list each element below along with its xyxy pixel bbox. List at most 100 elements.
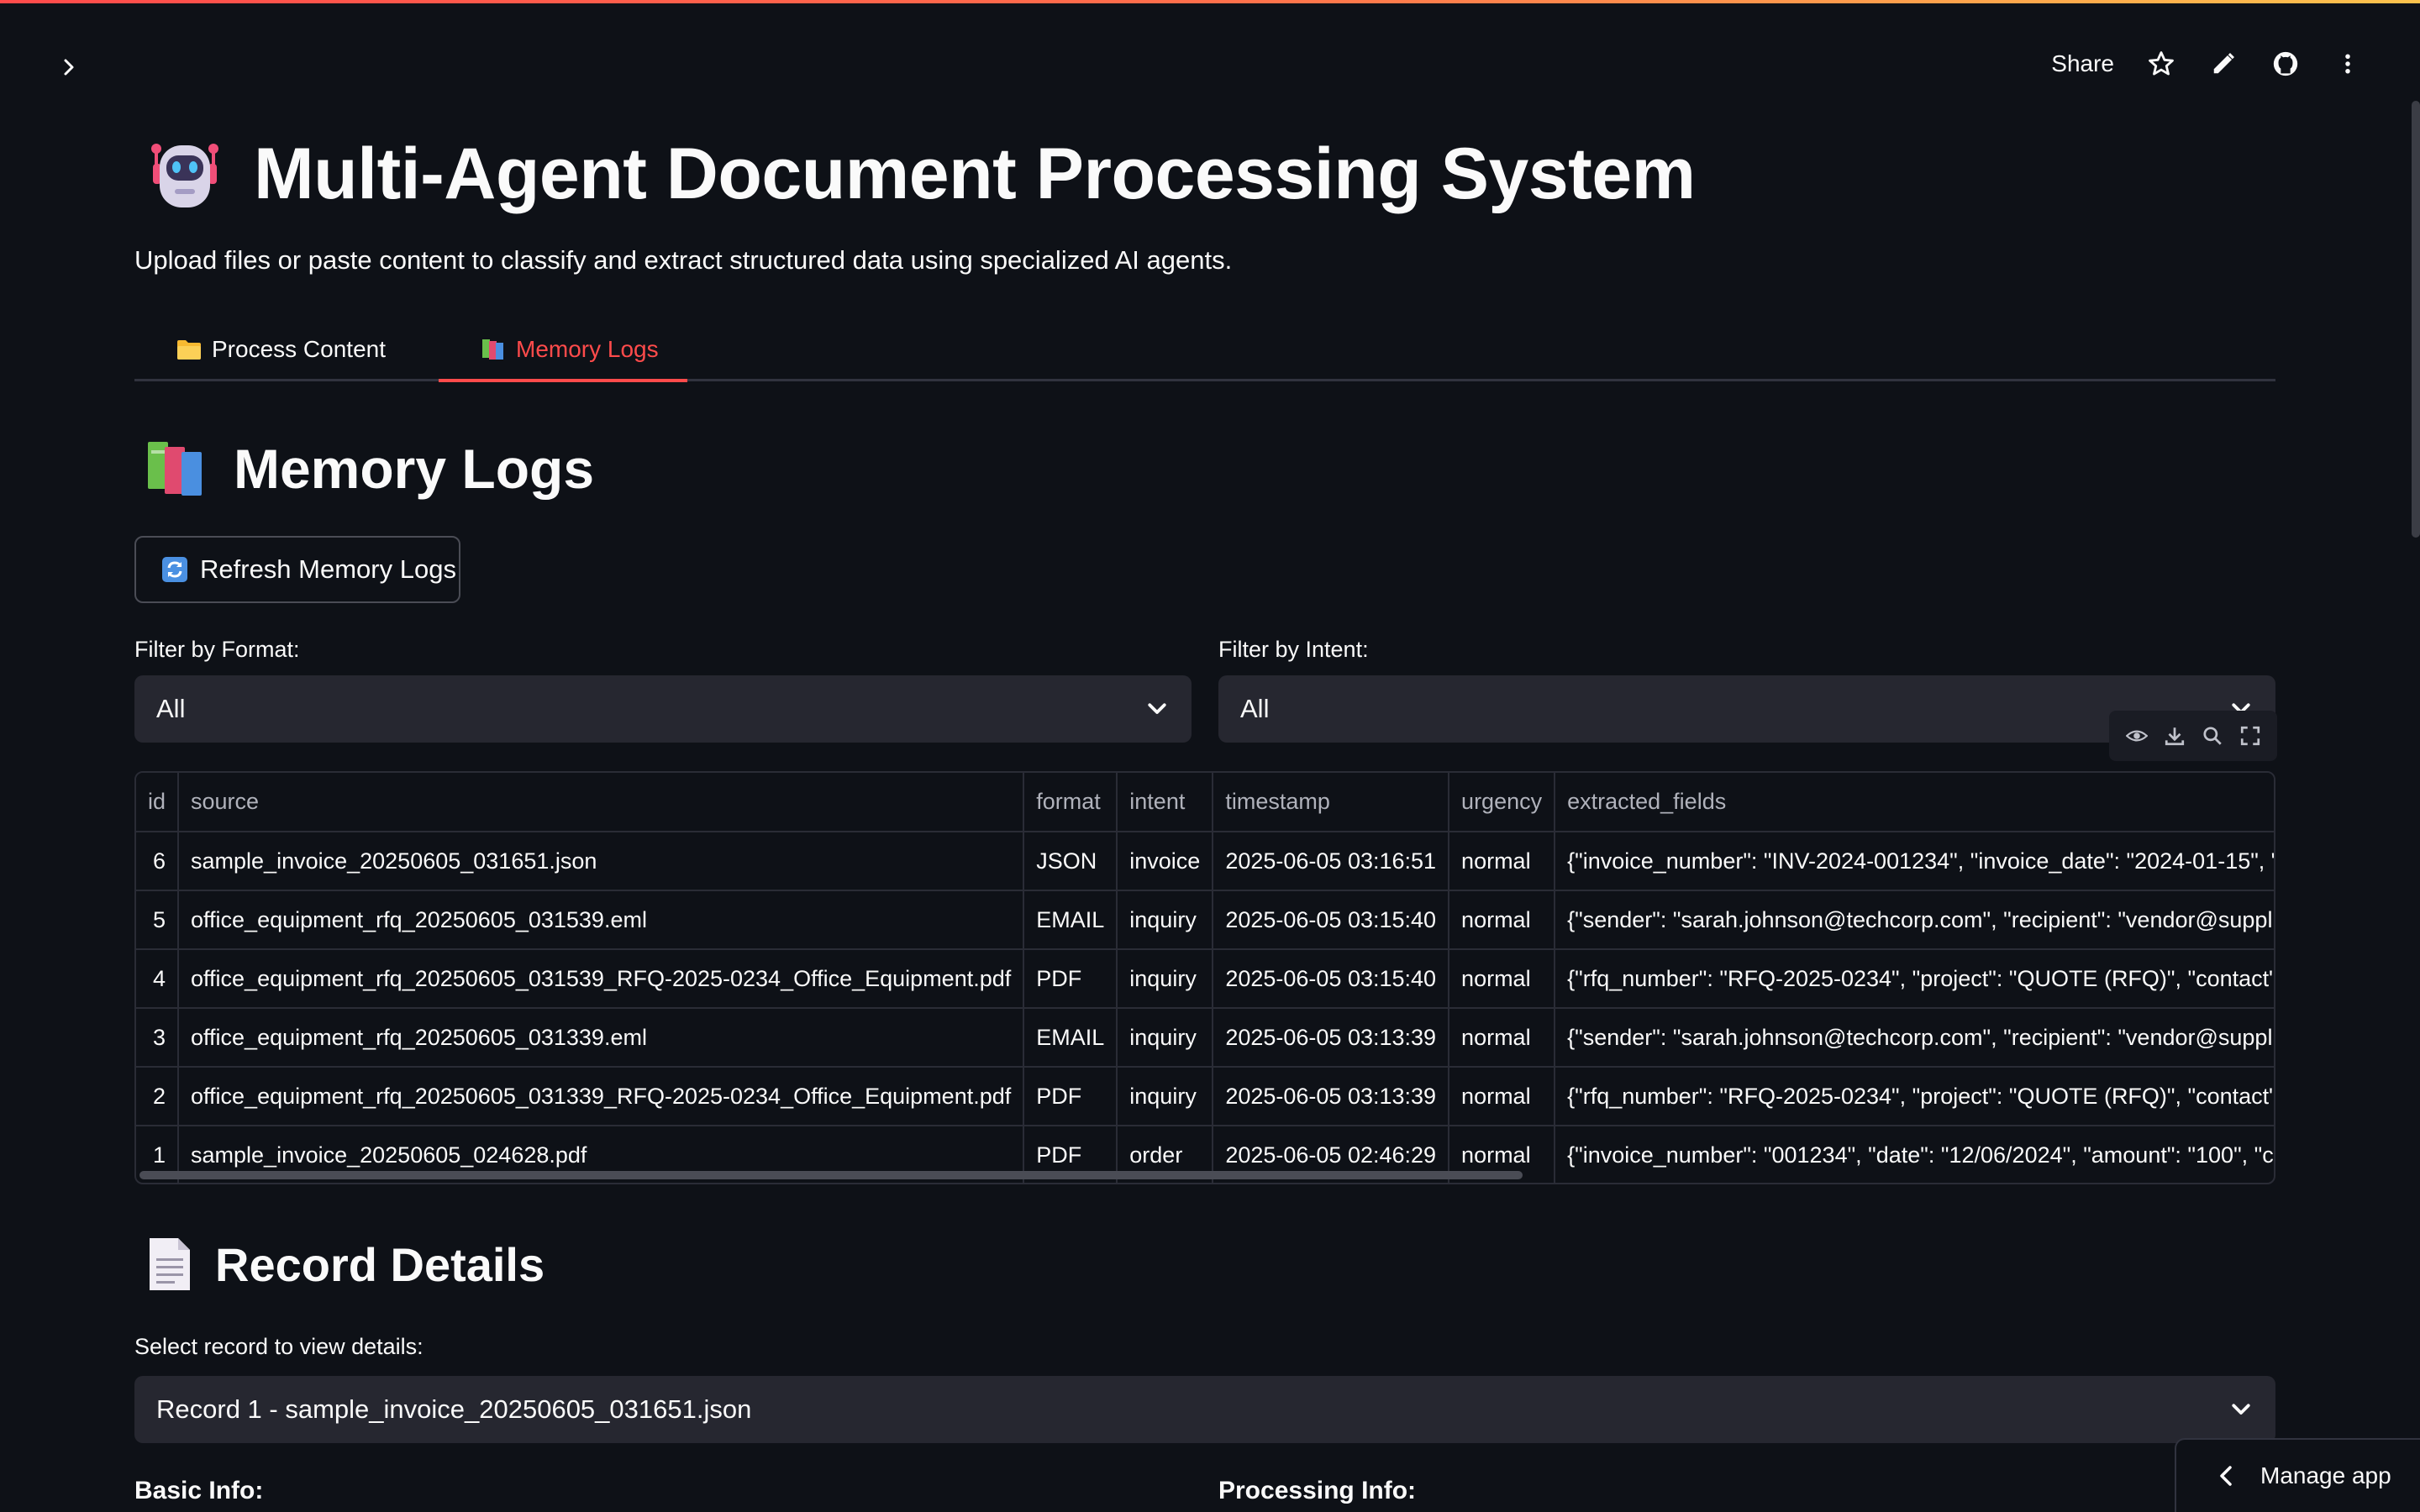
chevron-right-icon <box>64 59 74 76</box>
cell-source[interactable]: office_equipment_rfq_20250605_031339.eml <box>178 1008 1025 1068</box>
cell-format[interactable]: JSON <box>1023 832 1118 891</box>
robot-icon <box>151 144 218 207</box>
cell-timestamp[interactable]: 2025-06-05 03:16:51 <box>1213 832 1450 891</box>
manage-app-label: Manage app <box>2260 1462 2391 1488</box>
chevron-left-icon <box>2220 1466 2232 1486</box>
column-header-urgency[interactable]: urgency <box>1449 773 1556 832</box>
filter-format-label: Filter by Format: <box>134 637 300 662</box>
select-value: All <box>156 694 186 723</box>
cell-extracted-fields[interactable]: {"rfq_number": "RFQ-2025-0234", "project… <box>1555 1067 2274 1126</box>
cell-timestamp[interactable]: 2025-06-05 03:13:39 <box>1213 1008 1450 1068</box>
expand-sidebar-button[interactable] <box>52 50 86 84</box>
cell-extracted-fields[interactable]: {"sender": "sarah.johnson@techcorp.com",… <box>1555 890 2274 950</box>
cell-extracted-fields[interactable]: {"rfq_number": "RFQ-2025-0234", "project… <box>1555 949 2274 1009</box>
select-value: Record 1 - sample_invoice_20250605_03165… <box>156 1394 752 1424</box>
tab-memory-logs[interactable]: Memory Logs <box>481 318 659 381</box>
github-icon[interactable] <box>2270 49 2301 79</box>
table-row[interactable]: 4 office_equipment_rfq_20250605_031539_R… <box>136 949 2274 1009</box>
column-header-format[interactable]: format <box>1023 773 1118 832</box>
cell-id[interactable]: 3 <box>136 1008 180 1068</box>
table-horizontal-scrollbar[interactable] <box>139 1171 1523 1179</box>
refresh-memory-logs-button[interactable]: Refresh Memory Logs <box>134 536 460 603</box>
cell-urgency[interactable]: normal <box>1449 832 1556 891</box>
cell-format[interactable]: EMAIL <box>1023 1008 1118 1068</box>
cell-id[interactable]: 5 <box>136 890 180 950</box>
folder-icon <box>177 340 201 360</box>
cell-format[interactable]: EMAIL <box>1023 890 1118 950</box>
eye-icon[interactable] <box>2125 725 2148 747</box>
memory-logs-heading: Memory Logs <box>145 437 594 501</box>
column-header-timestamp[interactable]: timestamp <box>1213 773 1450 832</box>
memory-logs-dataframe[interactable]: id source format intent timestamp urgenc… <box>134 771 2275 1184</box>
cell-timestamp[interactable]: 2025-06-05 03:15:40 <box>1213 949 1450 1009</box>
page-icon <box>150 1238 190 1290</box>
dataframe-toolbar <box>2109 711 2277 761</box>
tab-bar: Process Content Memory Logs <box>134 318 2275 382</box>
tab-label: Process Content <box>212 336 386 362</box>
chevron-down-icon <box>1148 703 1166 714</box>
search-icon[interactable] <box>2202 725 2223 747</box>
table-row[interactable]: 5 office_equipment_rfq_20250605_031539.e… <box>136 890 2274 950</box>
cell-source[interactable]: sample_invoice_20250605_031651.json <box>178 832 1025 891</box>
processing-info-label: Processing Info: <box>1218 1477 1417 1504</box>
page-title-row: Multi-Agent Document Processing System <box>145 128 1696 220</box>
cell-extracted-fields[interactable]: {"sender": "sarah.johnson@techcorp.com",… <box>1555 1008 2274 1068</box>
section-title-text: Record Details <box>215 1237 545 1291</box>
page-title: Multi-Agent Document Processing System <box>254 133 1696 214</box>
active-tab-indicator <box>439 379 687 382</box>
cell-intent[interactable]: inquiry <box>1117 949 1214 1009</box>
cell-urgency[interactable]: normal <box>1449 1008 1556 1068</box>
page-subtitle: Upload files or paste content to classif… <box>134 245 1233 275</box>
cell-extracted-fields[interactable]: {"invoice_number": "001234", "date": "12… <box>1555 1126 2274 1183</box>
filter-intent-label: Filter by Intent: <box>1218 637 1369 662</box>
page-scrollbar[interactable] <box>2412 101 2420 538</box>
cell-format[interactable]: PDF <box>1023 949 1118 1009</box>
cell-source[interactable]: office_equipment_rfq_20250605_031539_RFQ… <box>178 949 1025 1009</box>
column-header-id[interactable]: id <box>136 773 180 832</box>
cell-source[interactable]: office_equipment_rfq_20250605_031339_RFQ… <box>178 1067 1025 1126</box>
cell-urgency[interactable]: normal <box>1449 949 1556 1009</box>
select-record-label: Select record to view details: <box>134 1334 424 1359</box>
cell-format[interactable]: PDF <box>1023 1067 1118 1126</box>
books-icon <box>148 442 202 496</box>
cell-extracted-fields[interactable]: {"invoice_number": "INV-2024-001234", "i… <box>1555 832 2274 891</box>
cell-intent[interactable]: inquiry <box>1117 1008 1214 1068</box>
download-icon[interactable] <box>2164 725 2186 747</box>
cell-intent[interactable]: inquiry <box>1117 1067 1214 1126</box>
column-header-intent[interactable]: intent <box>1117 773 1214 832</box>
table-row[interactable]: 6 sample_invoice_20250605_031651.json JS… <box>136 832 2274 891</box>
cell-intent[interactable]: invoice <box>1117 832 1214 891</box>
refresh-icon <box>162 557 187 582</box>
filter-format-select[interactable]: All <box>134 675 1192 743</box>
cell-urgency[interactable]: normal <box>1449 1067 1556 1126</box>
cell-urgency[interactable]: normal <box>1449 890 1556 950</box>
kebab-menu-icon[interactable] <box>2333 49 2363 79</box>
table-row[interactable]: 3 office_equipment_rfq_20250605_031339.e… <box>136 1008 2274 1068</box>
books-icon <box>482 339 503 360</box>
select-record-dropdown[interactable]: Record 1 - sample_invoice_20250605_03165… <box>134 1376 2275 1443</box>
section-title-text: Memory Logs <box>234 438 595 500</box>
fullscreen-icon[interactable] <box>2239 725 2261 747</box>
cell-timestamp[interactable]: 2025-06-05 03:15:40 <box>1213 890 1450 950</box>
cell-id[interactable]: 6 <box>136 832 180 891</box>
column-header-extracted-fields[interactable]: extracted_fields <box>1555 773 2274 832</box>
column-header-source[interactable]: source <box>178 773 1025 832</box>
table-row[interactable]: 2 office_equipment_rfq_20250605_031339_R… <box>136 1067 2274 1126</box>
cell-intent[interactable]: inquiry <box>1117 890 1214 950</box>
share-button[interactable]: Share <box>2051 50 2114 77</box>
cell-timestamp[interactable]: 2025-06-05 03:13:39 <box>1213 1067 1450 1126</box>
cell-source[interactable]: office_equipment_rfq_20250605_031539.eml <box>178 890 1025 950</box>
pencil-icon[interactable] <box>2208 49 2238 79</box>
table-header-row: id source format intent timestamp urgenc… <box>136 773 2274 832</box>
app-header: Share <box>0 3 2420 97</box>
button-label: Refresh Memory Logs <box>200 554 456 584</box>
star-icon[interactable] <box>2146 49 2176 79</box>
basic-info-label: Basic Info: <box>134 1477 264 1504</box>
memory-logs-table: id source format intent timestamp urgenc… <box>136 773 2274 1183</box>
chevron-down-icon <box>2232 1404 2250 1415</box>
cell-id[interactable]: 4 <box>136 949 180 1009</box>
tab-process-content[interactable]: Process Content <box>176 318 386 381</box>
cell-id[interactable]: 2 <box>136 1067 180 1126</box>
manage-app-button[interactable]: Manage app <box>2175 1438 2420 1512</box>
record-details-heading: Record Details <box>145 1236 544 1292</box>
